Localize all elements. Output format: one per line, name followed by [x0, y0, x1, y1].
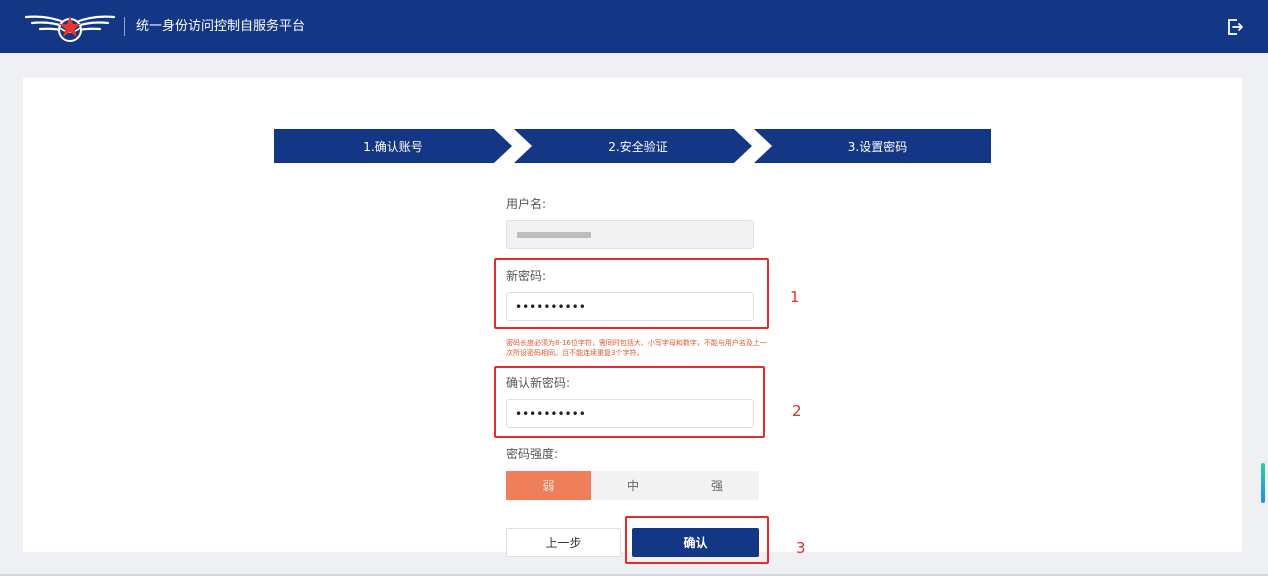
- scrollbar-thumb[interactable]: [1261, 463, 1265, 503]
- step-1-label: 1.确认账号: [363, 139, 423, 154]
- annotation-box-1: [494, 258, 769, 329]
- blurred-username-value: [517, 232, 591, 238]
- password-strength-meter: 弱 中 强: [506, 471, 759, 500]
- strength-weak: 弱: [506, 471, 591, 500]
- annotation-box-3: [625, 516, 769, 564]
- strength-medium: 中: [626, 479, 639, 493]
- annotation-number-3: 3: [796, 539, 806, 557]
- strength-strong: 强: [710, 479, 723, 493]
- logout-icon[interactable]: [1226, 17, 1244, 37]
- wings-star-emblem-icon: [24, 15, 116, 42]
- step-3-label: 3.设置密码: [847, 139, 908, 154]
- app-title: 统一身份访问控制自服务平台: [136, 19, 306, 34]
- top-header: 统一身份访问控制自服务平台: [0, 0, 1268, 53]
- previous-step-button[interactable]: 上一步: [506, 528, 621, 557]
- password-rule-hint: 密码长度必须为8-16位字符，需同时包括大、小写字母和数字，不能与用户名及上一次…: [506, 339, 767, 357]
- annotation-number-2: 2: [792, 402, 802, 420]
- annotation-number-1: 1: [790, 288, 800, 306]
- step-progress-bar: 1.确认账号 2.安全验证 3.设置密码: [274, 129, 991, 163]
- password-strength-label: 密码强度:: [506, 447, 559, 461]
- username-field: [506, 220, 754, 249]
- step-2-label: 2.安全验证: [608, 139, 668, 154]
- username-label: 用户名:: [506, 197, 547, 211]
- annotation-box-2: [494, 366, 765, 438]
- title-divider: [124, 17, 125, 36]
